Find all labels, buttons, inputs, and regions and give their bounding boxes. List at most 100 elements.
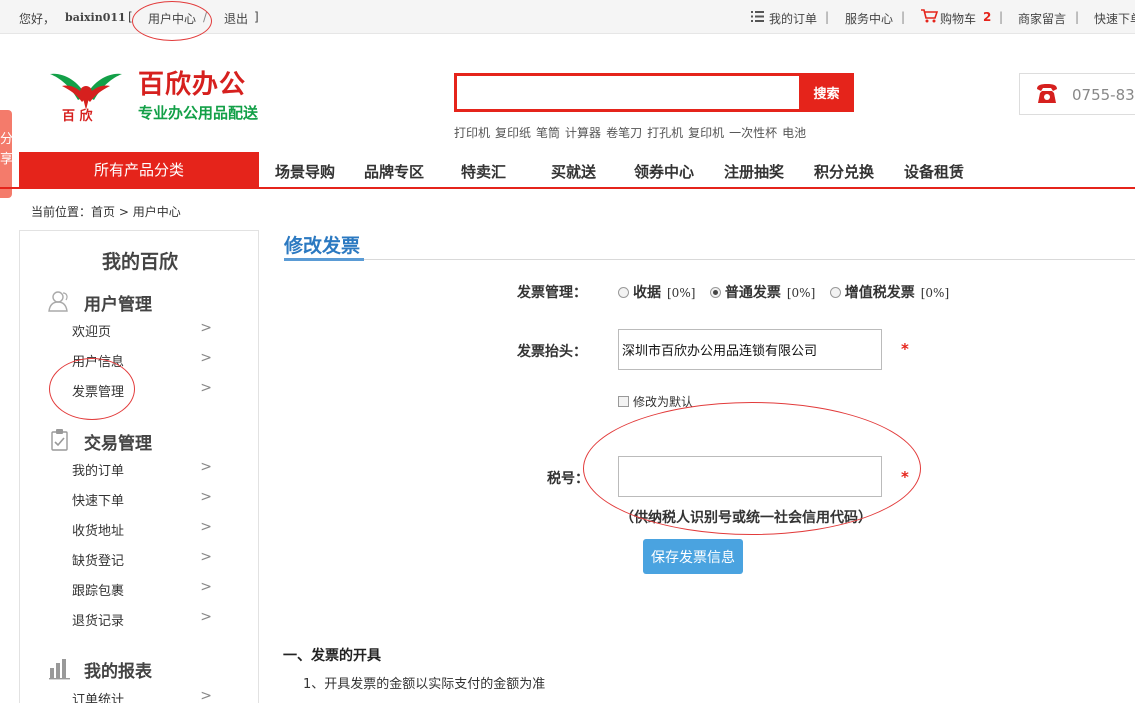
- sidebar-title: 我的百欣: [101, 251, 178, 273]
- radio-label: 收据: [633, 285, 661, 301]
- radio-label: 增值税发票: [844, 285, 915, 301]
- hot-keyword-link[interactable]: 打孔机: [647, 126, 683, 140]
- logo-name: 百欣办公: [138, 70, 247, 100]
- chevron-right-icon: >: [200, 350, 212, 366]
- hotline-number: 0755-8369: [1072, 86, 1135, 104]
- search-button[interactable]: 搜索: [799, 73, 854, 112]
- radio-receipt[interactable]: [618, 287, 629, 298]
- nav-item[interactable]: 买就送: [551, 161, 596, 182]
- logo-mark-icon: 百 欣: [50, 73, 122, 124]
- breadcrumb-home[interactable]: 首页: [91, 205, 115, 219]
- notes-line: 1、开具发票的金额以实际支付的金额为准: [303, 677, 546, 692]
- hot-keyword-link[interactable]: 计算器: [565, 126, 601, 140]
- nav-item[interactable]: 特卖汇: [461, 161, 506, 182]
- nav-item[interactable]: 领券中心: [634, 161, 694, 182]
- sidebar-item-label: 收货地址: [72, 524, 125, 539]
- nav-item[interactable]: 场景导购: [275, 161, 335, 182]
- cart-icon[interactable]: [921, 9, 939, 26]
- sidebar-item-quick-order[interactable]: 快速下单 >: [72, 489, 212, 509]
- hot-keyword-link[interactable]: 笔筒: [536, 126, 560, 140]
- account-sidebar: 我的百欣 用户管理 欢迎页 > 用户信息 > 发票管理 > 交易管理 我的订单 > 快速…: [19, 230, 259, 703]
- hot-keyword-link[interactable]: 卷笔刀: [606, 126, 642, 140]
- breadcrumb: 当前位置：首页 > 用户中心: [31, 203, 181, 220]
- bar-chart-icon: [49, 659, 70, 680]
- invoice-header-label: 发票抬头：: [517, 344, 587, 360]
- greeting-text: 您好，: [19, 12, 56, 26]
- radio-percent: [0%]: [786, 286, 816, 300]
- invoice-type-option-normal[interactable]: 普通发票 [0%]: [709, 285, 825, 301]
- sidebar-item-returns[interactable]: 退货记录 >: [72, 609, 212, 629]
- logo-slogan: 专业办公用品配送: [138, 104, 259, 122]
- chevron-right-icon: >: [200, 489, 212, 505]
- required-mark: *: [901, 468, 909, 486]
- page-title: 修改发票: [284, 235, 361, 257]
- nav-item[interactable]: 设备租赁: [904, 161, 964, 182]
- breadcrumb-label: 当前位置：: [31, 205, 92, 219]
- hot-keyword-link[interactable]: 打印机: [454, 126, 490, 140]
- sidebar-item-label: 欢迎页: [72, 325, 112, 340]
- logout-link[interactable]: 退出: [224, 10, 248, 27]
- tax-number-hint: （供纳税人识别号或统一社会信用代码）: [620, 510, 872, 526]
- quick-order-link[interactable]: 快速下单: [1094, 10, 1135, 27]
- site-logo[interactable]: 百 欣 百欣办公 专业办公用品配送: [48, 62, 268, 126]
- notes-heading: 一、发票的开具: [283, 648, 381, 664]
- hot-keywords: 打印机 复印纸 笔筒 计算器 卷笔刀 打孔机 复印机 一次性杯 电池: [454, 124, 811, 141]
- list-icon: [751, 11, 764, 25]
- phone-icon: [1037, 84, 1057, 103]
- sidebar-item-label: 快速下单: [72, 494, 125, 509]
- tax-number-label: 税号：: [547, 471, 589, 487]
- set-default-option[interactable]: 修改为默认: [618, 393, 693, 410]
- set-default-label: 修改为默认: [633, 395, 694, 409]
- user-center-link[interactable]: 用户中心: [148, 10, 196, 27]
- set-default-checkbox[interactable]: [618, 396, 629, 407]
- radio-percent: [0%]: [667, 286, 696, 300]
- hot-keyword-link[interactable]: 一次性杯: [729, 126, 777, 140]
- user-icon: [48, 291, 68, 312]
- sidebar-item-tracking[interactable]: 跟踪包裹 >: [72, 579, 212, 599]
- title-underline: [284, 258, 364, 261]
- sidebar-item-label: 用户信息: [72, 355, 125, 370]
- invoice-type-option-receipt[interactable]: 收据 [0%]: [618, 285, 705, 301]
- sidebar-item-order-stats[interactable]: 订单统计 >: [72, 688, 212, 703]
- sidebar-section-title: 用户管理: [84, 295, 152, 315]
- required-mark: *: [901, 340, 909, 358]
- radio-vat-invoice[interactable]: [829, 287, 841, 298]
- sidebar-item-stockout[interactable]: 缺货登记 >: [72, 549, 212, 569]
- tax-number-input[interactable]: [618, 456, 882, 497]
- chevron-right-icon: >: [200, 688, 212, 703]
- sidebar-item-user-info[interactable]: 用户信息 >: [72, 350, 212, 370]
- sidebar-item-address[interactable]: 收货地址 >: [72, 519, 212, 539]
- invoice-type-label: 发票管理：: [517, 285, 587, 301]
- hot-keyword-link[interactable]: 复印纸: [495, 126, 531, 140]
- radio-label: 普通发票: [724, 285, 781, 301]
- nav-item[interactable]: 品牌专区: [364, 161, 424, 182]
- nav-item[interactable]: 注册抽奖: [724, 161, 784, 182]
- sidebar-item-label: 发票管理: [72, 385, 125, 400]
- my-orders-link[interactable]: 我的订单: [769, 10, 817, 27]
- sidebar-item-invoice[interactable]: 发票管理 >: [72, 380, 212, 400]
- bracket-open: [: [128, 10, 133, 24]
- search-bar: 搜索: [454, 73, 854, 112]
- cart-link[interactable]: 购物车: [940, 10, 976, 27]
- chevron-right-icon: >: [200, 579, 212, 595]
- sidebar-item-welcome[interactable]: 欢迎页 >: [72, 320, 212, 340]
- clipboard-icon: [51, 429, 68, 451]
- invoice-type-option-vat[interactable]: 增值税发票 [0%]: [829, 285, 959, 301]
- merchant-message-link[interactable]: 商家留言: [1018, 10, 1066, 27]
- sidebar-item-label: 我的订单: [72, 464, 125, 479]
- invoice-header-input[interactable]: [618, 329, 882, 370]
- radio-normal-invoice[interactable]: [709, 287, 721, 298]
- chevron-right-icon: >: [200, 459, 212, 475]
- all-categories-button[interactable]: 所有产品分类: [19, 152, 259, 189]
- sidebar-item-label: 跟踪包裹: [72, 584, 125, 599]
- search-input[interactable]: [454, 73, 800, 112]
- save-invoice-button[interactable]: 保存发票信息: [643, 539, 743, 574]
- nav-item[interactable]: 积分兑换: [814, 161, 874, 182]
- sidebar-item-my-orders[interactable]: 我的订单 >: [72, 459, 212, 479]
- hot-keyword-link[interactable]: 电池: [782, 126, 806, 140]
- hot-keyword-link[interactable]: 复印机: [688, 126, 724, 140]
- chevron-right-icon: >: [200, 549, 212, 565]
- service-center-link[interactable]: 服务中心: [845, 10, 893, 27]
- chevron-right-icon: >: [200, 320, 212, 336]
- bracket-close: ]: [254, 10, 259, 24]
